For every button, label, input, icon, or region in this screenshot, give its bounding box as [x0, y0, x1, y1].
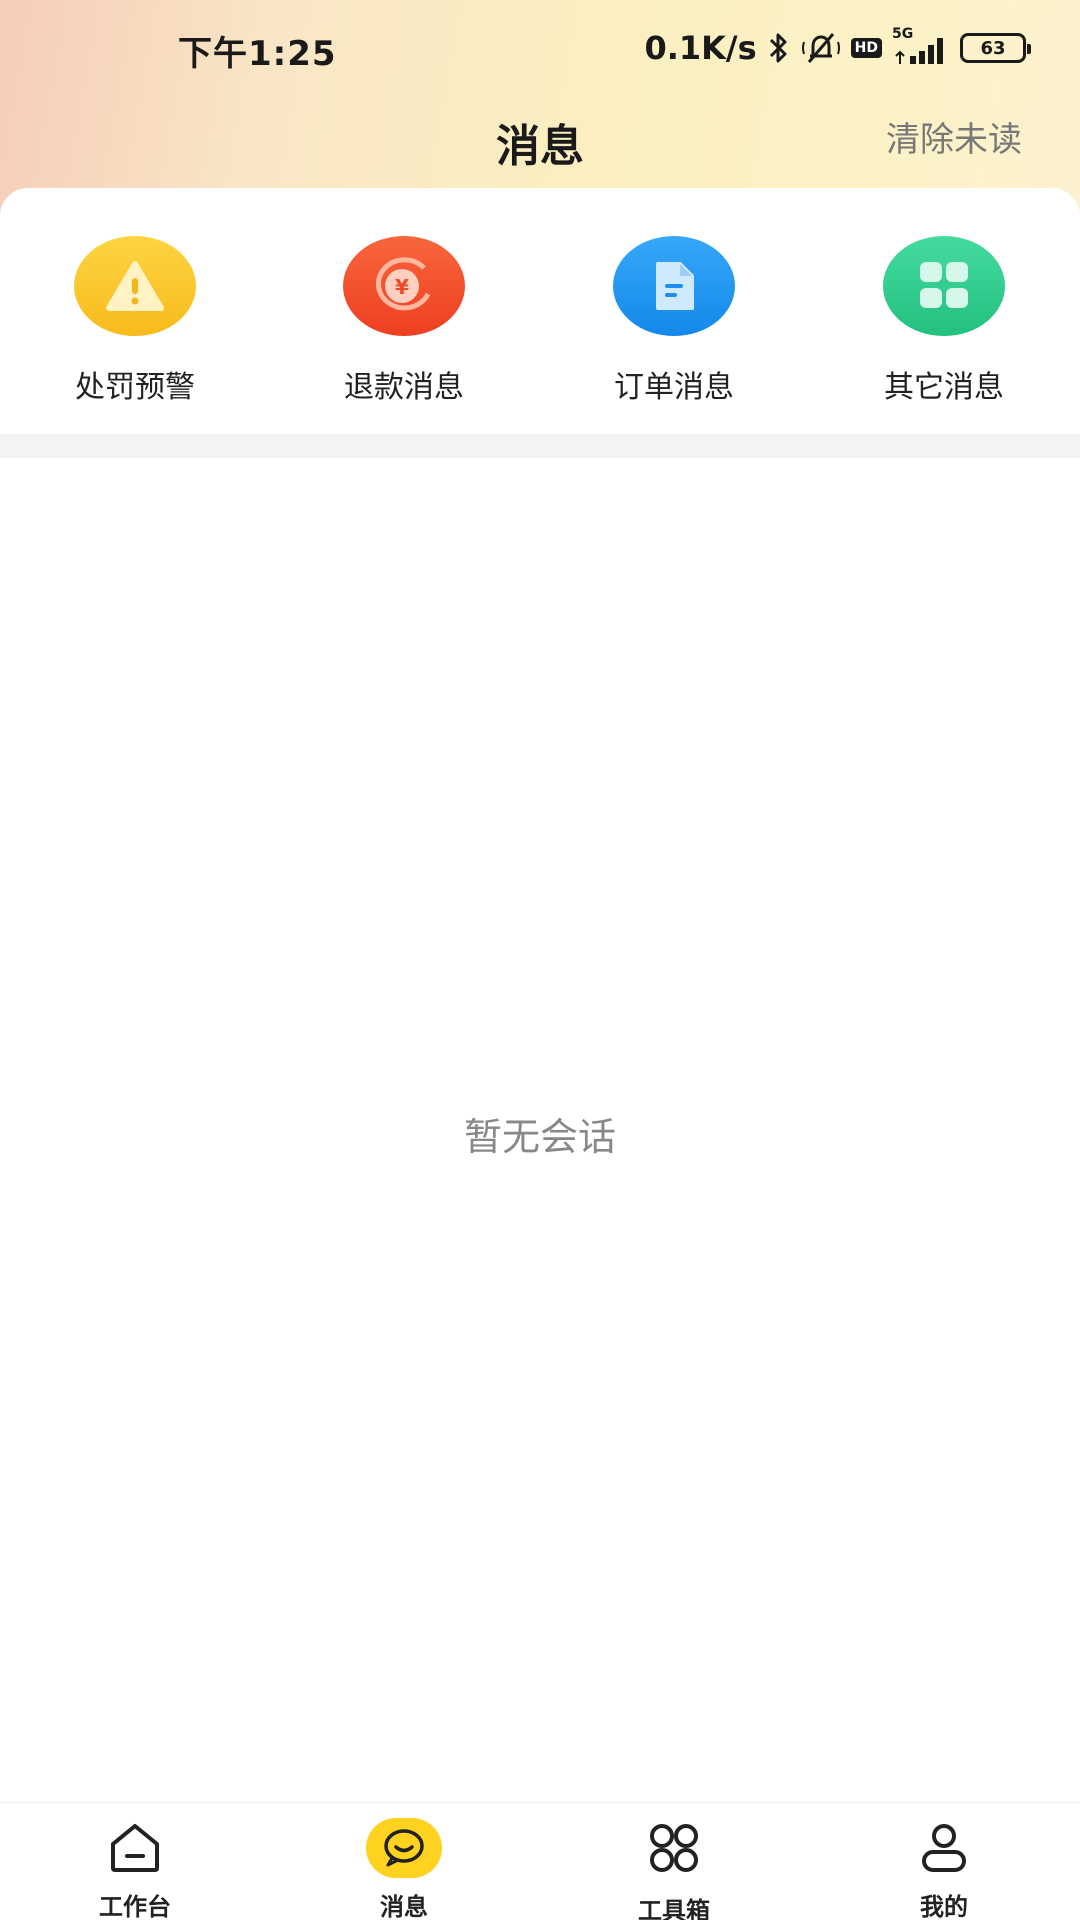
hd-voice-icon: HD [850, 30, 882, 66]
category-label: 其它消息 [884, 370, 1004, 405]
category-label: 退款消息 [344, 370, 464, 405]
battery-indicator: 63 [960, 33, 1031, 63]
home-icon [35, 1813, 235, 1883]
category-penalty-warning[interactable]: 处罚预警 [35, 236, 235, 406]
tab-label: 工作台 [99, 1893, 171, 1920]
network-speed: 0.1K/s [644, 29, 757, 67]
nav-header: 消息 清除未读 [0, 96, 1080, 188]
clear-unread-button[interactable]: 清除未读 [886, 112, 1022, 161]
tab-toolbox[interactable]: 工具箱 [574, 1813, 774, 1920]
empty-conversation-text: 暂无会话 [463, 1115, 616, 1159]
category-other[interactable]: 其它消息 [844, 236, 1044, 406]
category-refund[interactable]: ¥ 退款消息 [304, 236, 504, 406]
profile-icon [844, 1813, 1044, 1883]
status-bar: 下午1:25 0.1K/s HD 5G 63 [0, 0, 1080, 96]
mute-bell-icon [801, 30, 841, 66]
tab-label: 消息 [380, 1893, 428, 1920]
status-time: 下午1:25 [178, 34, 337, 74]
refund-icon: ¥ [343, 236, 465, 336]
status-indicators: 0.1K/s HD 5G 63 [644, 26, 1031, 68]
order-document-icon [613, 236, 735, 336]
section-divider [0, 434, 1080, 458]
tab-messages[interactable]: 消息 [304, 1813, 504, 1920]
tab-label: 工具箱 [638, 1897, 710, 1920]
warning-icon [74, 236, 196, 336]
signal-icon: 5G [892, 26, 950, 66]
message-categories: 处罚预警 ¥ 退款消息 订单消息 其它消息 [0, 188, 1080, 434]
category-label: 订单消息 [614, 370, 734, 405]
tab-workbench[interactable]: 工作台 [35, 1813, 235, 1920]
category-order[interactable]: 订单消息 [574, 236, 774, 406]
chat-icon-container [304, 1813, 504, 1883]
tab-profile[interactable]: 我的 [844, 1813, 1044, 1920]
category-label: 处罚预警 [75, 370, 195, 405]
bottom-tab-bar: 工作台 消息 工具箱 我的 [0, 1802, 1080, 1920]
toolbox-icon [574, 1813, 774, 1883]
network-type-label: 5G [892, 26, 914, 42]
tab-label: 我的 [920, 1893, 968, 1920]
bluetooth-icon [767, 30, 791, 66]
chat-icon [366, 1818, 442, 1878]
grid-icon [883, 236, 1005, 336]
battery-level: 63 [980, 37, 1006, 59]
svg-text:¥: ¥ [395, 275, 409, 299]
